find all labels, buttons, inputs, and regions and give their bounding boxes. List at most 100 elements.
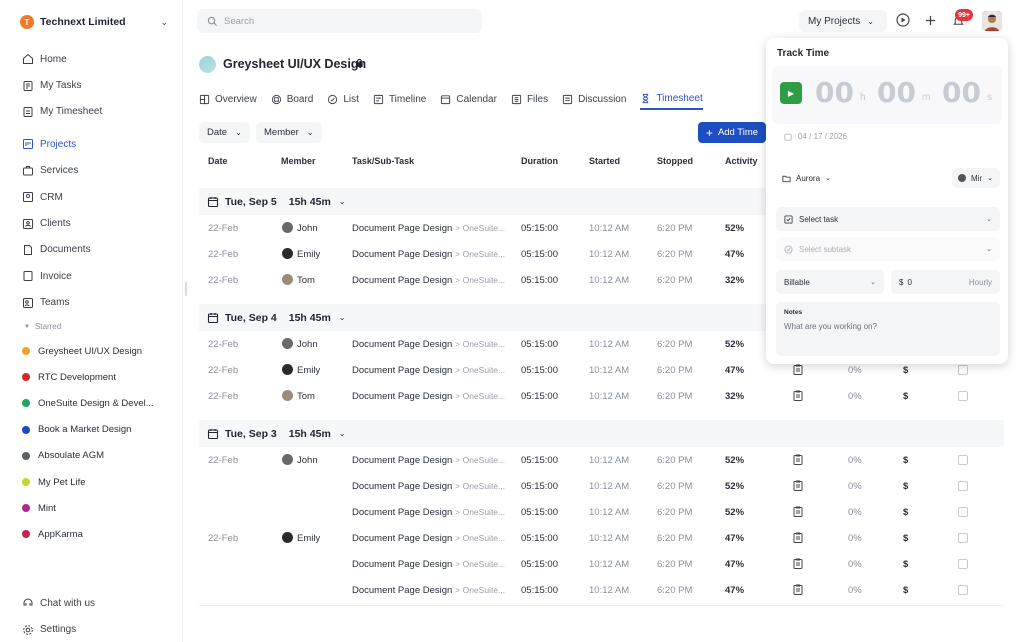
table-row[interactable]: 22-Feb John Document Page Design > OneSuit…	[199, 448, 1004, 474]
org-switcher[interactable]: T Technext Limited ⌄	[20, 12, 168, 32]
row-checkbox[interactable]	[958, 455, 968, 465]
row-checkbox[interactable]	[958, 365, 968, 375]
starred-project[interactable]: Greysheet UI/UX Design	[22, 338, 180, 364]
col-duration[interactable]: Duration	[521, 156, 558, 166]
row-checkbox[interactable]	[958, 559, 968, 569]
table-row[interactable]: Document Page Design > OneSuite... 05:15:…	[199, 474, 1004, 500]
tab-overview[interactable]: Overview	[199, 88, 257, 110]
sidebar-item-projects[interactable]: Projects	[22, 131, 172, 157]
timer-hours-unit: h	[860, 92, 866, 103]
add-time-button[interactable]: + Add Time	[698, 122, 766, 143]
sidebar-item-teams[interactable]: Teams	[22, 290, 172, 316]
member-filter[interactable]: Member ⌄	[256, 122, 322, 143]
table-row[interactable]: Document Page Design > OneSuite... 05:15:…	[199, 552, 1004, 578]
subtask-name: OneSuite...	[462, 223, 506, 233]
row-task[interactable]: Document Page Design > OneSuite...	[352, 365, 505, 376]
table-row[interactable]: 22-Feb Tom Document Page Design > OneSuite…	[199, 384, 1004, 410]
starred-project[interactable]: AppKarma	[22, 521, 180, 547]
sidebar-item-documents[interactable]: Documents	[22, 237, 172, 263]
starred-project[interactable]: My Pet Life	[22, 469, 180, 495]
clipboard-icon[interactable]	[793, 454, 803, 468]
sidebar-item-services[interactable]: Services	[22, 158, 172, 184]
starred-project[interactable]: RTC Development	[22, 364, 180, 390]
clipboard-icon[interactable]	[793, 480, 803, 494]
tab-board[interactable]: Board	[271, 88, 313, 110]
clipboard-icon[interactable]	[793, 390, 803, 404]
date-filter[interactable]: Date ⌄	[199, 122, 250, 143]
timesheet-icon	[22, 106, 34, 118]
sidebar-item-home[interactable]: Home	[22, 46, 172, 72]
row-task[interactable]: Document Page Design > OneSuite...	[352, 481, 505, 492]
billable-select[interactable]: Billable ⌄	[776, 270, 884, 294]
row-task[interactable]: Document Page Design > OneSuite...	[352, 455, 505, 466]
sidebar-item-my-tasks[interactable]: My Tasks	[22, 72, 172, 98]
select-task-dropdown[interactable]: Select task ⌄	[776, 207, 1000, 231]
row-checkbox[interactable]	[958, 481, 968, 491]
sidebar-item-clients[interactable]: Clients	[22, 210, 172, 236]
search-input[interactable]: Search	[197, 9, 482, 33]
starred-project[interactable]: Absoulate AGM	[22, 443, 180, 469]
member-select[interactable]: Mir ⌄	[952, 168, 1000, 188]
tab-list[interactable]: List	[327, 88, 359, 110]
project-select[interactable]: Aurora ⌄	[777, 168, 836, 188]
sidebar-item-crm[interactable]: CRM	[22, 184, 172, 210]
row-task[interactable]: Document Page Design > OneSuite...	[352, 533, 505, 544]
tab-timesheet[interactable]: Timesheet	[640, 88, 703, 110]
date-picker[interactable]: 04 / 17 / 2026	[784, 132, 847, 141]
sidebar-item-label: CRM	[40, 191, 63, 203]
table-row[interactable]: Document Page Design > OneSuite... 05:15:…	[199, 578, 1004, 604]
tab-discussion[interactable]: Discussion	[562, 88, 626, 110]
tab-timeline[interactable]: Timeline	[373, 88, 426, 110]
start-timer-button[interactable]: ▶	[780, 82, 802, 104]
org-name: Technext Limited	[40, 16, 126, 28]
clipboard-icon[interactable]	[793, 532, 803, 546]
starred-section-toggle[interactable]: ▼ Starred	[24, 322, 61, 331]
row-task[interactable]: Document Page Design > OneSuite...	[352, 223, 505, 234]
row-task[interactable]: Document Page Design > OneSuite...	[352, 339, 505, 350]
sidebar-resize-handle[interactable]	[185, 282, 187, 296]
row-checkbox[interactable]	[958, 507, 968, 517]
row-task[interactable]: Document Page Design > OneSuite...	[352, 391, 505, 402]
col-date[interactable]: Date	[208, 156, 228, 166]
sidebar-item-invoice[interactable]: Invoice	[22, 263, 172, 289]
table-row[interactable]: Document Page Design > OneSuite... 05:15:…	[199, 500, 1004, 526]
invoice-icon	[22, 270, 34, 282]
row-task[interactable]: Document Page Design > OneSuite...	[352, 249, 505, 260]
settings-link[interactable]: Settings	[22, 616, 172, 642]
row-member: John	[297, 223, 318, 234]
row-checkbox[interactable]	[958, 533, 968, 543]
avatar[interactable]	[982, 11, 1002, 31]
clipboard-icon[interactable]	[793, 506, 803, 520]
select-subtask-dropdown[interactable]: Select subtask ⌄	[776, 237, 1000, 261]
play-circle-icon[interactable]	[895, 12, 911, 28]
row-task[interactable]: Document Page Design > OneSuite...	[352, 275, 505, 286]
chat-with-us-link[interactable]: Chat with us	[22, 590, 172, 616]
row-task[interactable]: Document Page Design > OneSuite...	[352, 559, 505, 570]
clipboard-icon[interactable]	[793, 558, 803, 572]
starred-project[interactable]: Book a Market Design	[22, 417, 180, 443]
starred-project[interactable]: Mint	[22, 495, 180, 521]
row-task[interactable]: Document Page Design > OneSuite...	[352, 507, 505, 518]
my-projects-dropdown[interactable]: My Projects ⌄	[799, 10, 887, 32]
starred-project[interactable]: OneSuite Design & Devel...	[22, 390, 180, 416]
notes-field[interactable]: Notes What are you working on?	[776, 302, 1000, 356]
chevron-down-icon[interactable]: ⌄	[160, 17, 168, 28]
row-checkbox[interactable]	[958, 391, 968, 401]
col-started[interactable]: Started	[589, 156, 620, 166]
tab-files[interactable]: Files	[511, 88, 548, 110]
col-member[interactable]: Member	[281, 156, 316, 166]
col-activity[interactable]: Activity	[725, 156, 758, 166]
rate-input[interactable]: $ 0 Hourly	[891, 270, 1000, 294]
row-task[interactable]: Document Page Design > OneSuite...	[352, 585, 505, 596]
date-group-header[interactable]: Tue, Sep 3 15h 45m ⌄	[199, 420, 1004, 447]
col-task[interactable]: Task/Sub-Task	[352, 156, 414, 166]
sidebar-item-my-timesheet[interactable]: My Timesheet	[22, 99, 172, 125]
table-row[interactable]: 22-Feb Emily Document Page Design > OneSui…	[199, 526, 1004, 552]
clipboard-icon[interactable]	[793, 584, 803, 598]
clipboard-icon[interactable]	[793, 364, 803, 378]
plus-icon[interactable]	[922, 12, 938, 28]
member-avatar	[282, 454, 293, 465]
row-checkbox[interactable]	[958, 585, 968, 595]
tab-calendar[interactable]: Calendar	[440, 88, 497, 110]
col-stopped[interactable]: Stopped	[657, 156, 693, 166]
